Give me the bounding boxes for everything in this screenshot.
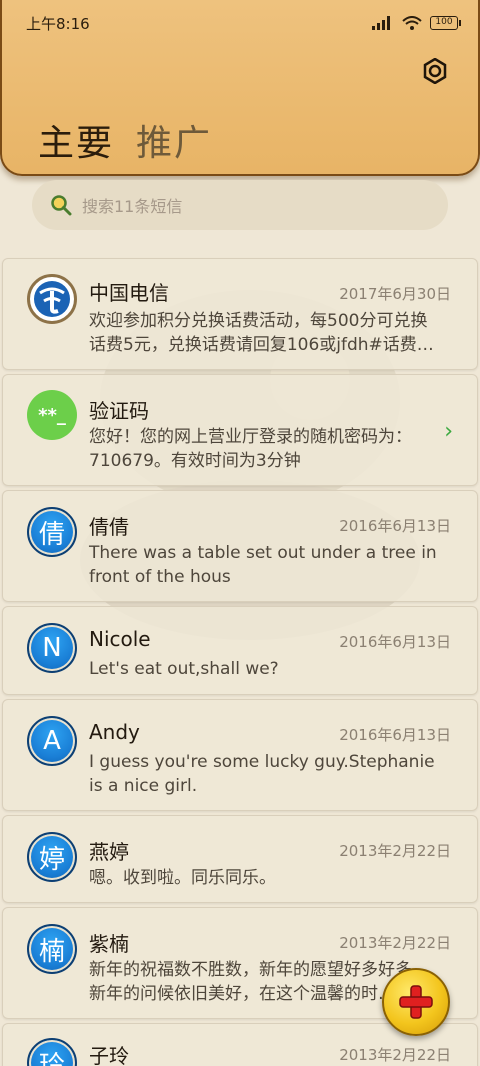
contact-avatar: A	[27, 716, 77, 766]
contact-avatar: N	[27, 623, 77, 673]
chevron-right-icon[interactable]: ›	[444, 419, 453, 444]
message-date: 2016年6月13日	[339, 633, 451, 651]
list-item[interactable]: A Andy 2016年6月13日 I guess you're some lu…	[2, 699, 478, 811]
message-date: 2016年6月13日	[339, 517, 451, 535]
message-preview: Let's eat out,shall we?	[89, 659, 279, 679]
list-item[interactable]: 倩 倩倩 2016年6月13日 There was a table set ou…	[2, 490, 478, 602]
contact-name: 紫楠	[89, 932, 129, 956]
contact-name: Nicole	[89, 627, 151, 651]
list-item[interactable]: N Nicole 2016年6月13日 Let's eat out,shall …	[2, 606, 478, 695]
message-preview: 您好！您的网上营业厅登录的随机密码为：710679。有效时间为3分钟	[89, 427, 412, 471]
search-input[interactable]: 搜索11条短信	[82, 193, 182, 217]
verification-code-avatar: **_	[27, 390, 77, 440]
china-telecom-avatar	[27, 274, 77, 324]
contact-name: 倩倩	[89, 515, 129, 539]
message-preview: I guess you're some lucky guy.Stephanie …	[89, 752, 435, 796]
search-icon	[51, 195, 72, 216]
tab-bar: 主要 推广	[38, 114, 212, 166]
tab-promotions[interactable]: 推广	[136, 114, 212, 166]
contact-name: 验证码	[89, 399, 149, 423]
message-preview: 嗯。收到啦。同乐同乐。	[89, 868, 276, 888]
message-preview: 欢迎参加积分兑换话费活动，每500分可兑换话费5元，兑换话费请回复106或jfd…	[89, 311, 434, 355]
contact-avatar: 玲	[27, 1038, 77, 1066]
app-header: 上午8:16 100 主要 推广	[0, 0, 480, 176]
signal-icon	[372, 16, 390, 30]
status-time: 上午8:16	[26, 14, 90, 33]
message-preview: There was a table set out under a tree i…	[89, 543, 437, 587]
contact-name: 燕婷	[89, 840, 129, 864]
search-bar[interactable]: 搜索11条短信	[32, 180, 448, 230]
list-item[interactable]: **_ 验证码 您好！您的网上营业厅登录的随机密码为：710679。有效时间为3…	[2, 374, 478, 486]
status-icons: 100	[372, 15, 461, 31]
contact-name: 中国电信	[89, 281, 169, 305]
plus-icon	[399, 985, 433, 1019]
contact-name: 子玲	[89, 1044, 129, 1066]
battery-icon: 100	[430, 16, 461, 30]
message-date: 2016年6月13日	[339, 726, 451, 744]
message-list: 中国电信 2017年6月30日 欢迎参加积分兑换话费活动，每500分可兑换话费5…	[2, 258, 478, 1066]
list-item[interactable]: 中国电信 2017年6月30日 欢迎参加积分兑换话费活动，每500分可兑换话费5…	[2, 258, 478, 370]
china-telecom-logo-icon	[34, 281, 70, 317]
contact-avatar: 楠	[27, 924, 77, 974]
settings-gear-icon[interactable]	[422, 58, 448, 84]
list-item[interactable]: 婷 燕婷 2013年2月22日 嗯。收到啦。同乐同乐。	[2, 815, 478, 903]
tab-main[interactable]: 主要	[38, 114, 114, 166]
contact-avatar: 倩	[27, 507, 77, 557]
contact-name: Andy	[89, 720, 140, 744]
message-date: 2013年2月22日	[339, 934, 451, 952]
message-date: 2013年2月22日	[339, 1046, 451, 1064]
wifi-icon	[402, 15, 422, 30]
contact-avatar: 婷	[27, 832, 77, 882]
status-bar: 上午8:16 100	[2, 0, 480, 46]
message-date: 2013年2月22日	[339, 842, 451, 860]
compose-button[interactable]	[382, 968, 450, 1036]
message-date: 2017年6月30日	[339, 285, 451, 303]
